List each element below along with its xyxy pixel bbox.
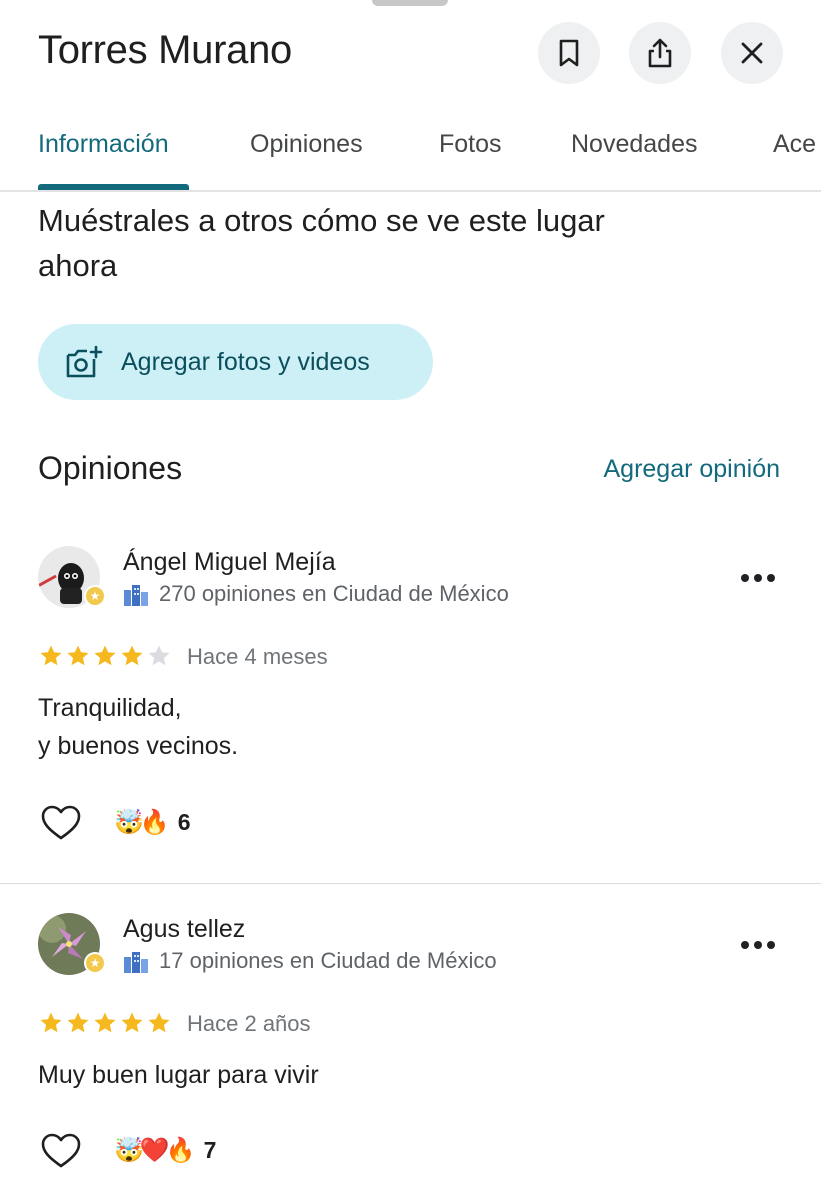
review-author[interactable]: Agus tellez <box>123 915 245 944</box>
share-icon <box>648 38 672 68</box>
more-dot <box>754 941 762 949</box>
review-author-meta: 17 opiniones en Ciudad de México <box>123 948 497 974</box>
reactions-summary[interactable]: 🤯❤️🔥 7 <box>114 1137 216 1164</box>
more-options-button[interactable] <box>741 573 775 583</box>
more-dot <box>767 941 775 949</box>
close-button[interactable] <box>721 22 783 84</box>
bookmark-icon <box>559 39 579 67</box>
star-icon <box>67 645 89 666</box>
tab-bar: Información Opiniones Fotos Novedades Ac… <box>0 110 821 192</box>
reaction-emojis: 🤯❤️🔥 <box>114 1136 196 1164</box>
sheet-drag-handle[interactable] <box>372 0 448 6</box>
review-time: Hace 4 meses <box>187 644 328 669</box>
review-text: Muy buen lugar para vivir <box>38 1061 319 1089</box>
reviews-section-title: Opiniones <box>38 450 183 486</box>
like-heart-icon[interactable] <box>40 804 82 842</box>
review-author-meta: 270 opiniones en Ciudad de México <box>123 581 509 607</box>
star-icon <box>94 1012 116 1033</box>
tab-acerca[interactable]: Ace <box>773 130 816 159</box>
star-empty-icon <box>148 645 170 666</box>
more-dot <box>741 574 749 582</box>
city-icon <box>124 585 148 606</box>
review-text: Tranquilidad, y buenos vecinos. <box>38 694 239 760</box>
review-author-stats: 270 opiniones en Ciudad de México <box>159 581 509 606</box>
review-author-stats: 17 opiniones en Ciudad de México <box>159 948 497 973</box>
close-icon <box>741 42 763 64</box>
photo-prompt-text: Muéstrales a otros cómo se ve este lugar… <box>38 203 605 283</box>
star-rating <box>38 1011 173 1035</box>
star-icon <box>94 645 116 666</box>
like-heart-icon[interactable] <box>40 1132 82 1170</box>
local-guide-badge: ★ <box>84 585 106 607</box>
review-divider <box>0 883 821 884</box>
save-button[interactable] <box>538 22 600 84</box>
star-rating <box>38 644 173 668</box>
add-photos-button[interactable]: Agregar fotos y videos <box>38 324 433 400</box>
tab-informacion[interactable]: Información <box>38 130 169 159</box>
reaction-count: 7 <box>203 1137 217 1163</box>
add-review-link[interactable]: Agregar opinión <box>603 455 780 484</box>
star-icon <box>40 1012 62 1033</box>
place-title: Torres Murano <box>38 28 292 72</box>
more-dot <box>767 574 775 582</box>
review-time: Hace 2 años <box>187 1011 311 1036</box>
tab-novedades[interactable]: Novedades <box>571 130 697 159</box>
reaction-emojis: 🤯🔥 <box>114 808 170 836</box>
share-button[interactable] <box>629 22 691 84</box>
city-icon <box>124 952 148 973</box>
reaction-count: 6 <box>177 809 191 835</box>
add-photo-icon <box>66 345 103 378</box>
add-photos-label: Agregar fotos y videos <box>121 347 370 376</box>
tab-opiniones[interactable]: Opiniones <box>250 130 363 159</box>
star-icon <box>121 645 143 666</box>
tab-fotos[interactable]: Fotos <box>439 130 502 159</box>
more-options-button[interactable] <box>741 940 775 950</box>
active-tab-indicator <box>38 184 189 190</box>
star-icon <box>67 1012 89 1033</box>
star-icon <box>121 1012 143 1033</box>
more-dot <box>741 941 749 949</box>
star-icon <box>148 1012 170 1033</box>
review-author[interactable]: Ángel Miguel Mejía <box>123 548 336 577</box>
more-dot <box>754 574 762 582</box>
local-guide-badge: ★ <box>84 952 106 974</box>
reactions-summary[interactable]: 🤯🔥 6 <box>114 809 191 836</box>
star-icon <box>40 645 62 666</box>
